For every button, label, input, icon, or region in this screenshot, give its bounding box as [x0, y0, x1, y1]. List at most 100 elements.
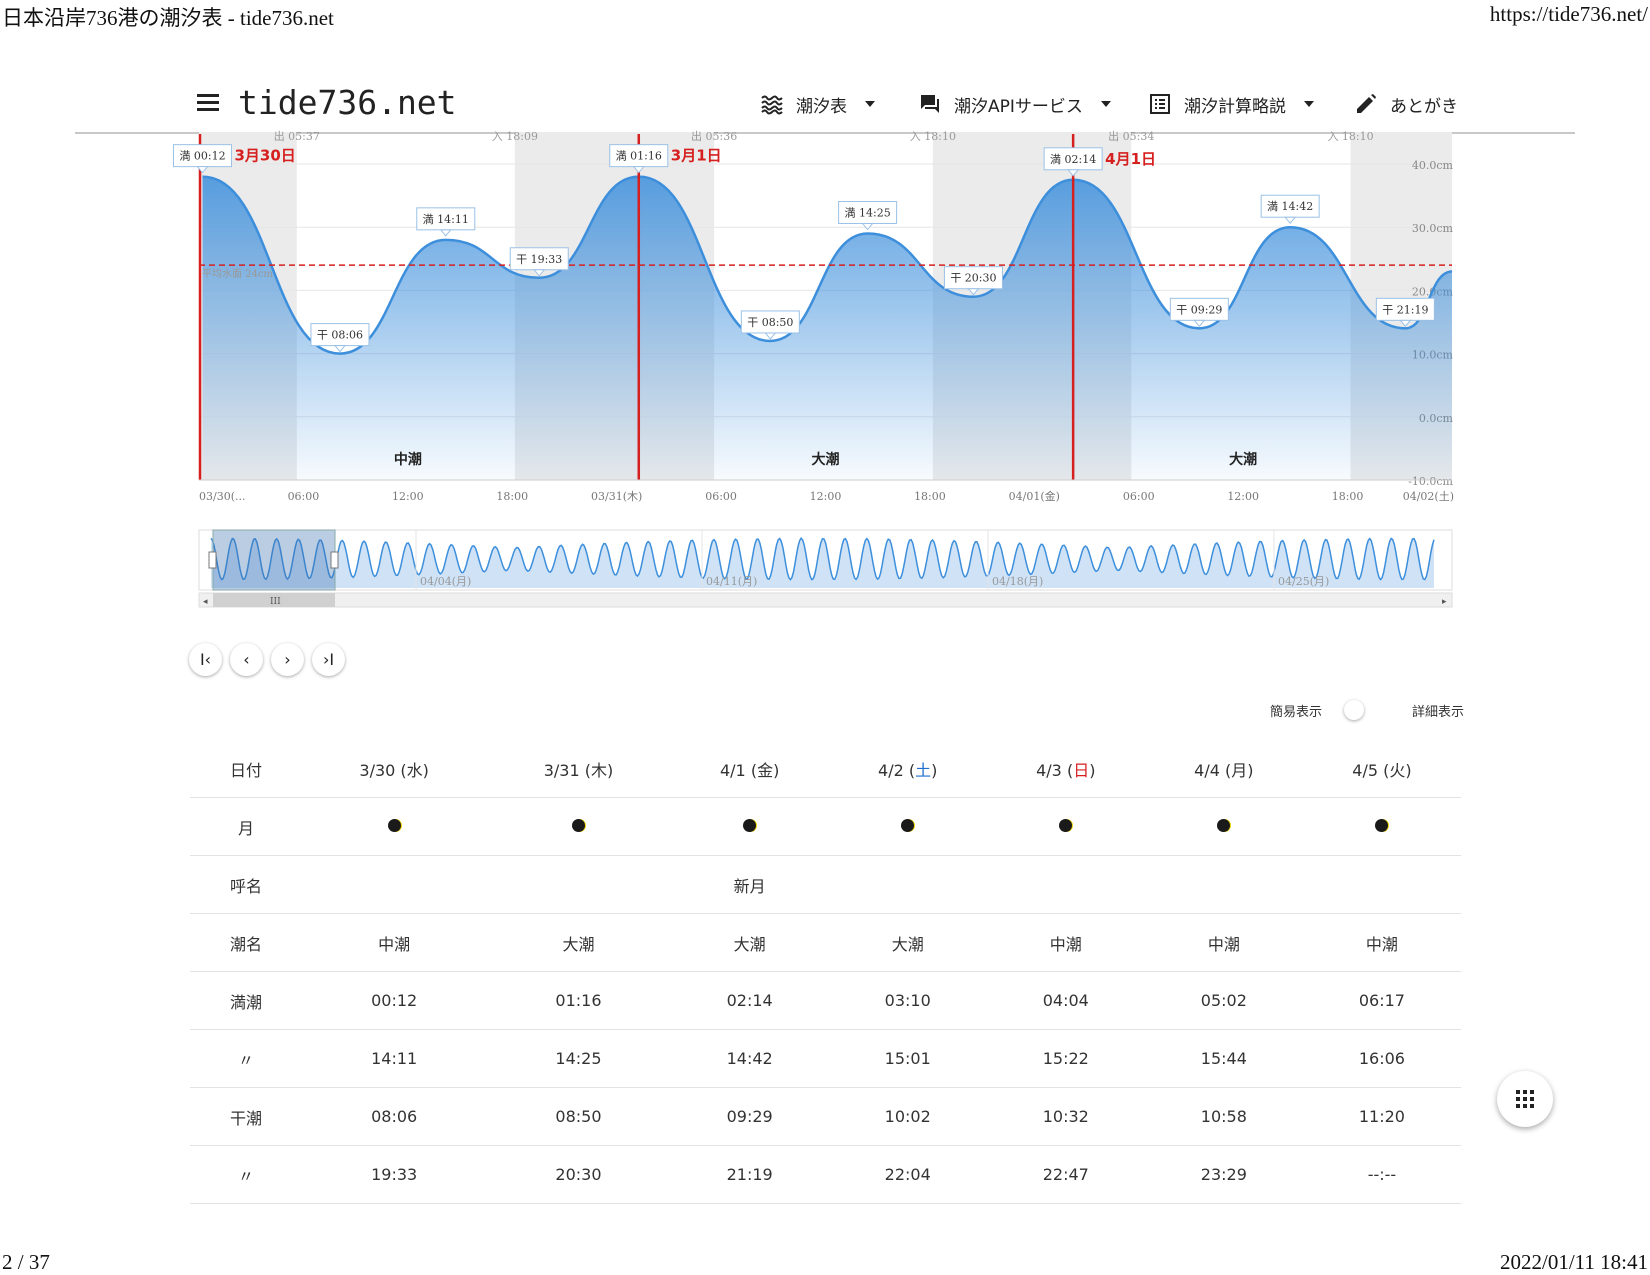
- table-cell: 15:01: [828, 1029, 987, 1088]
- table-cell: 10:32: [986, 1087, 1145, 1146]
- table-cell: 4/4 (月): [1144, 740, 1303, 798]
- navigator-date: 04/04(月): [420, 575, 471, 588]
- date-row: 日付 3/30 (水) 3/31 (木) 4/1 (金) 4/2 (土) 4/3 (日) 4…: [190, 740, 1461, 798]
- first-page-button[interactable]: I‹: [189, 643, 222, 676]
- y-tick-label: 40.0cm: [1412, 159, 1454, 172]
- x-tick-label: 06:00: [1123, 490, 1155, 503]
- table-cell: 大潮: [486, 913, 671, 972]
- table-cell: 11:20: [1302, 1087, 1461, 1146]
- high-tide-row-2: 〃 14:11 14:25 14:42 15:01 15:22 15:44 16:06: [190, 1029, 1461, 1088]
- table-cell: 4/3 (日): [986, 740, 1145, 798]
- date-value: 4/1: [719, 760, 746, 780]
- extreme-label-text: 満 00:12: [179, 150, 225, 163]
- sun-label: 入 18:10: [1327, 130, 1373, 143]
- table-cell: [486, 855, 671, 914]
- scroll-right-arrow: ▸: [1442, 597, 1447, 607]
- table-cell: [1144, 855, 1303, 914]
- weekday-value: 日: [1073, 760, 1090, 780]
- x-tick-label: 03/30(...: [199, 490, 245, 503]
- last-page-button[interactable]: ›I: [312, 643, 345, 676]
- extreme-label-text: 満 14:11: [423, 213, 469, 226]
- table-cell: 4/2 (土): [828, 740, 987, 798]
- table-cell: [828, 797, 987, 856]
- table-cell: 大潮: [828, 913, 987, 972]
- weekday-value: 水: [406, 760, 423, 780]
- table-cell: 23:29: [1144, 1145, 1303, 1204]
- table-cell: --:--: [1302, 1145, 1461, 1204]
- x-tick-label: 18:00: [914, 490, 946, 503]
- prev-page-button[interactable]: ‹: [230, 643, 263, 676]
- sun-label: 出 05:34: [1108, 129, 1154, 143]
- table-cell: 新月: [670, 855, 829, 914]
- weekday-value: 木: [590, 760, 607, 780]
- tide-name-row: 潮名 中潮 大潮 大潮 大潮 中潮 中潮 中潮: [190, 913, 1461, 972]
- date-marker-label: 3月30日: [234, 147, 295, 165]
- apps-button[interactable]: [1497, 1071, 1553, 1127]
- table-cell: 4/1 (金): [670, 740, 829, 798]
- table-cell: 10:02: [828, 1087, 987, 1146]
- table-cell: [986, 855, 1145, 914]
- table-cell: 大潮: [670, 913, 829, 972]
- extreme-label-text: 満 02:14: [1050, 153, 1096, 166]
- high-tide-row: 満潮 00:12 01:16 02:14 03:10 04:04 05:02 06:17: [190, 971, 1461, 1030]
- weekday-value: 土: [915, 760, 932, 780]
- row-label: 〃: [190, 1145, 302, 1204]
- scroll-grip: III: [270, 597, 281, 607]
- moon-row: 月: [190, 797, 1461, 856]
- extreme-label-text: 干 09:29: [1176, 303, 1222, 316]
- tide-name-label: 大潮: [812, 451, 840, 468]
- x-tick-label: 06:00: [288, 490, 320, 503]
- x-tick-label: 06:00: [705, 490, 737, 503]
- date-value: 4/2: [878, 760, 904, 780]
- table-cell: 20:30: [486, 1145, 671, 1204]
- view-toggle-switch[interactable]: [1344, 700, 1365, 720]
- navigator-scrollbar: [198, 592, 1453, 608]
- x-tick-label: 04/01(金): [1009, 489, 1060, 503]
- extreme-label-text: 干 21:19: [1382, 303, 1428, 316]
- chart-pager: I‹ ‹ › ›I: [189, 643, 345, 676]
- navigator-date: 04/18(月): [992, 575, 1043, 588]
- row-label: 満潮: [190, 971, 302, 1030]
- table-cell: 中潮: [1144, 913, 1303, 972]
- detail-view-label: 詳細表示: [1412, 704, 1465, 720]
- next-page-button[interactable]: ›: [271, 643, 304, 676]
- date-value: 3/31: [543, 760, 580, 780]
- navigator-handle: [330, 551, 339, 569]
- table-cell: 15:22: [986, 1029, 1145, 1088]
- mean-level-label: 平均水面 24cm: [202, 268, 274, 280]
- table-cell: 4/5 (火): [1302, 740, 1461, 798]
- table-cell: 01:16: [486, 971, 671, 1030]
- tide-table: 日付 3/30 (水) 3/31 (木) 4/1 (金) 4/2 (土) 4/3 (日) 4…: [190, 740, 1461, 1204]
- x-tick-label: 03/31(木): [591, 490, 642, 503]
- extreme-label-text: 干 20:30: [950, 272, 996, 285]
- date-value: 4/5: [1352, 760, 1379, 780]
- table-cell: 22:47: [986, 1145, 1145, 1204]
- table-cell: [486, 797, 671, 856]
- table-cell: [302, 855, 487, 914]
- navigator-window: [212, 529, 336, 591]
- row-label: 〃: [190, 1029, 302, 1088]
- table-cell: 14:11: [302, 1029, 487, 1088]
- x-tick-label: 04/02(土): [1403, 490, 1454, 503]
- extreme-label-text: 干 08:06: [317, 329, 363, 342]
- moon-phase-icon: [743, 819, 757, 832]
- tide-name-label: 大潮: [1229, 451, 1257, 468]
- x-tick-label: 18:00: [496, 490, 528, 503]
- table-cell: 16:06: [1302, 1029, 1461, 1088]
- table-cell: 19:33: [302, 1145, 487, 1204]
- extreme-label-text: 満 14:42: [1267, 200, 1313, 213]
- extreme-label-text: 干 19:33: [516, 253, 562, 266]
- tide-chart[interactable]: 40.0cm30.0cm20.0cm10.0cm0.0cm-10.0cm平均水面…: [0, 0, 1650, 620]
- row-label: 呼名: [190, 855, 302, 914]
- navigator-date: 04/11(月): [706, 575, 757, 588]
- moon-name-row: 呼名 新月: [190, 855, 1461, 914]
- sun-label: 出 05:36: [691, 129, 737, 143]
- high-tide-label: 満 14:11: [416, 207, 476, 237]
- moon-phase-icon: [1059, 819, 1073, 832]
- print-footer-page: 2 / 37: [2, 1250, 50, 1274]
- table-cell: [302, 797, 487, 856]
- date-value: 4/3: [1036, 760, 1062, 780]
- table-cell: [828, 855, 987, 914]
- sun-label: 出 05:37: [274, 129, 320, 143]
- table-cell: 中潮: [986, 913, 1145, 972]
